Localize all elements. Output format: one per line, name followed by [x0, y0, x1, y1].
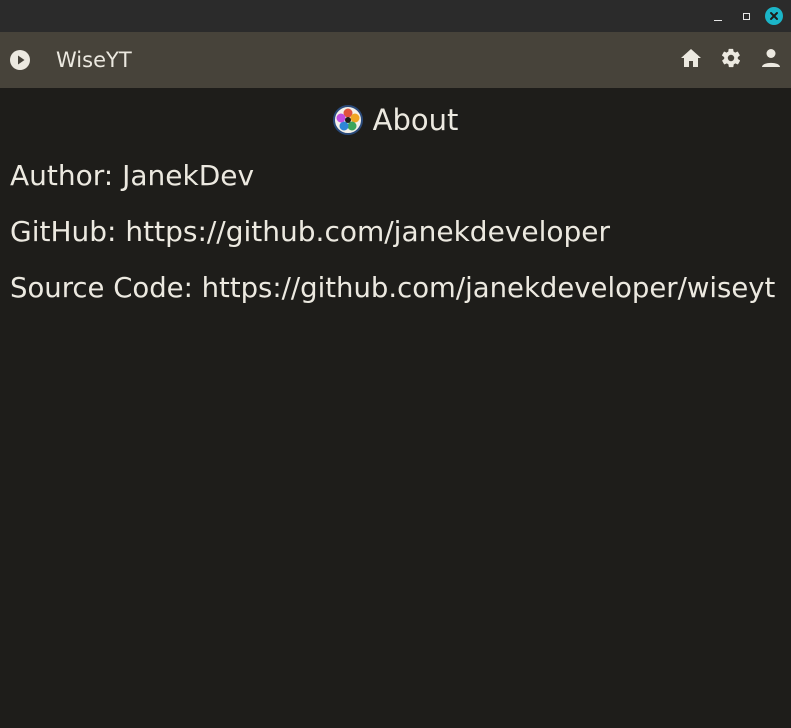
maximize-icon	[742, 12, 750, 20]
source-code-line: Source Code: https://github.com/janekdev…	[10, 270, 775, 306]
app-window: WiseYT About Author: JanekDev GitHub: ht…	[0, 0, 791, 728]
window-titlebar[interactable]	[0, 0, 791, 32]
minimize-icon	[714, 19, 722, 21]
settings-button[interactable]	[719, 48, 743, 72]
source-code-label: Source Code:	[10, 272, 202, 304]
about-title: About	[372, 103, 459, 137]
author-line: Author: JanekDev	[10, 158, 254, 194]
source-code-link[interactable]: https://github.com/janekdeveloper/wiseyt	[202, 272, 776, 304]
app-bar: WiseYT	[0, 32, 791, 88]
maximize-button[interactable]	[736, 6, 756, 26]
close-icon	[765, 7, 783, 25]
close-button[interactable]	[764, 6, 784, 26]
minimize-button[interactable]	[708, 6, 728, 26]
app-title: WiseYT	[56, 48, 132, 72]
author-label: Author:	[10, 159, 123, 192]
wiseyt-logo-icon	[332, 105, 363, 135]
github-line: GitHub: https://github.com/janekdevelope…	[10, 214, 610, 250]
author-value: JanekDev	[122, 159, 255, 192]
home-icon	[680, 48, 702, 72]
account-button[interactable]	[759, 48, 783, 72]
github-link[interactable]: https://github.com/janekdeveloper	[125, 215, 610, 248]
about-page: About Author: JanekDev GitHub: https://g…	[0, 88, 791, 728]
home-button[interactable]	[679, 48, 703, 72]
person-icon	[761, 48, 781, 72]
about-header: About	[0, 102, 791, 138]
gear-icon	[720, 47, 742, 73]
play-circle-icon	[10, 50, 30, 70]
github-label: GitHub:	[10, 215, 126, 248]
